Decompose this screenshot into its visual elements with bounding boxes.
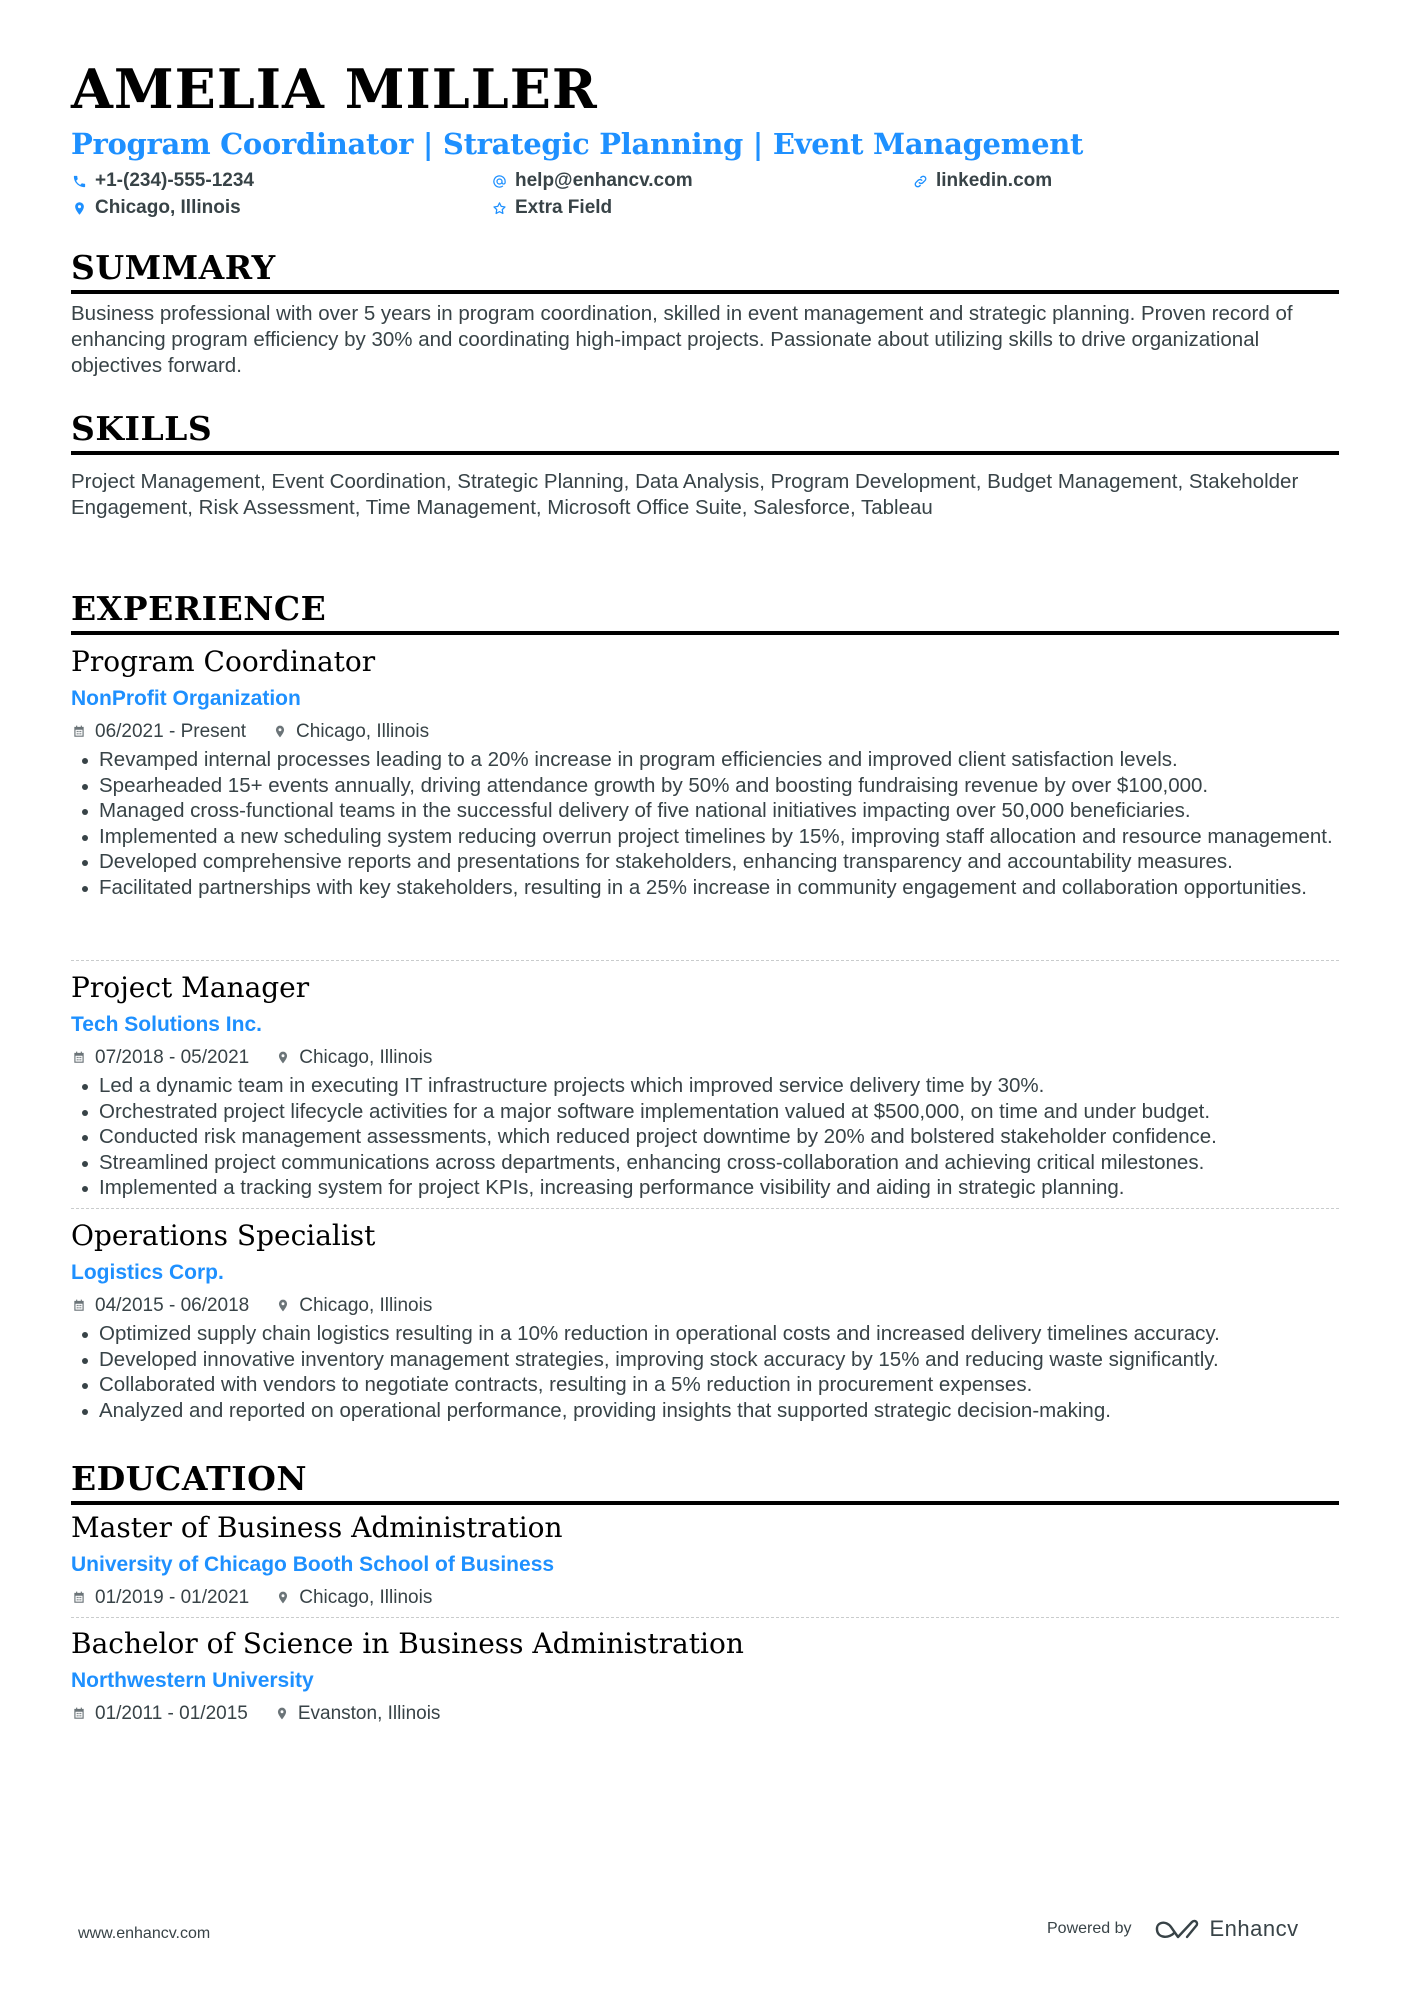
- link-icon: [912, 172, 928, 190]
- education-location: Evanston, Illinois: [297, 1703, 441, 1724]
- contact-location: Chicago, Illinois: [71, 197, 241, 219]
- map-pin-icon: [275, 1049, 291, 1067]
- contact-email: help@enhancv.com: [491, 170, 693, 192]
- map-pin-icon: [274, 1705, 290, 1723]
- enhancv-logo[interactable]: Enhancv: [1154, 1916, 1299, 1942]
- map-pin-icon: [71, 199, 87, 217]
- candidate-name: AMELIA MILLER: [71, 57, 598, 121]
- job-dates: 06/2021 - Present: [95, 721, 247, 742]
- phone-icon: [71, 172, 87, 190]
- job-bullets: Optimized supply chain logistics resulti…: [71, 1321, 1339, 1423]
- bullet-item: Developed innovative inventory managemen…: [71, 1347, 1339, 1373]
- phone-value[interactable]: +1-(234)-555-1234: [95, 170, 254, 192]
- education-dates: 01/2019 - 01/2021: [95, 1587, 250, 1608]
- entry-divider: [71, 1208, 1339, 1209]
- job-meta: 06/2021 - Present Chicago, Illinois: [71, 722, 429, 741]
- bullet-item: Conducted risk management assessments, w…: [71, 1124, 1339, 1150]
- entry-divider: [71, 1617, 1339, 1618]
- school-name: Northwestern University: [71, 1669, 314, 1692]
- bullet-item: Implemented a new scheduling system redu…: [71, 824, 1339, 850]
- bullet-item: Optimized supply chain logistics resulti…: [71, 1321, 1339, 1347]
- job-location: Chicago, Illinois: [299, 1047, 433, 1068]
- star-icon: [491, 199, 507, 217]
- candidate-headline: Program Coordinator | Strategic Planning…: [71, 127, 1084, 161]
- contact-phone: +1-(234)-555-1234: [71, 170, 254, 192]
- footer-branding: Powered by Enhancv: [1047, 1916, 1299, 1942]
- map-pin-icon: [275, 1297, 291, 1315]
- bullet-item: Led a dynamic team in executing IT infra…: [71, 1073, 1339, 1099]
- company-name: Logistics Corp.: [71, 1261, 224, 1284]
- education-location: Chicago, Illinois: [299, 1587, 433, 1608]
- bullet-item: Collaborated with vendors to negotiate c…: [71, 1372, 1339, 1398]
- map-pin-icon: [275, 1589, 291, 1607]
- calendar-icon: [71, 1049, 87, 1067]
- job-dates: 04/2015 - 06/2018: [95, 1295, 250, 1316]
- job-meta: 07/2018 - 05/2021 Chicago, Illinois: [71, 1048, 432, 1067]
- education-meta: 01/2011 - 01/2015 Evanston, Illinois: [71, 1704, 440, 1723]
- education-meta: 01/2019 - 01/2021 Chicago, Illinois: [71, 1588, 432, 1607]
- education-dates: 01/2011 - 01/2015: [95, 1703, 248, 1724]
- job-meta: 04/2015 - 06/2018 Chicago, Illinois: [71, 1296, 432, 1315]
- bullet-item: Revamped internal processes leading to a…: [71, 747, 1339, 773]
- job-location: Chicago, Illinois: [296, 721, 430, 742]
- linkedin-value[interactable]: linkedin.com: [936, 170, 1052, 192]
- job-bullets: Led a dynamic team in executing IT infra…: [71, 1073, 1339, 1201]
- at-icon: [491, 172, 507, 190]
- job-title: Project Manager: [71, 971, 310, 1004]
- entry-divider: [71, 960, 1339, 961]
- section-heading-experience: EXPERIENCE: [71, 592, 1339, 635]
- extra-field-value: Extra Field: [515, 197, 613, 218]
- section-heading-education: EDUCATION: [71, 1462, 1339, 1505]
- bullet-item: Facilitated partnerships with key stakeh…: [71, 875, 1339, 901]
- map-pin-icon: [272, 723, 288, 741]
- degree-title: Bachelor of Science in Business Administ…: [71, 1627, 744, 1660]
- job-location: Chicago, Illinois: [299, 1295, 433, 1316]
- location-value: Chicago, Illinois: [95, 197, 241, 218]
- summary-text: Business professional with over 5 years …: [71, 302, 1293, 377]
- job-title: Operations Specialist: [71, 1219, 376, 1252]
- job-dates: 07/2018 - 05/2021: [95, 1047, 250, 1068]
- calendar-icon: [71, 1589, 87, 1607]
- bullet-item: Streamlined project communications acros…: [71, 1150, 1339, 1176]
- job-bullets: Revamped internal processes leading to a…: [71, 747, 1339, 900]
- company-name: Tech Solutions Inc.: [71, 1013, 262, 1036]
- contact-extra: Extra Field: [491, 197, 612, 219]
- bullet-item: Spearheaded 15+ events annually, driving…: [71, 773, 1339, 799]
- bullet-item: Managed cross-functional teams in the su…: [71, 798, 1339, 824]
- section-heading-skills: SKILLS: [71, 412, 1339, 455]
- brand-name: Enhancv: [1209, 1916, 1299, 1941]
- bullet-item: Analyzed and reported on operational per…: [71, 1398, 1339, 1424]
- bullet-item: Developed comprehensive reports and pres…: [71, 849, 1339, 875]
- company-name: NonProfit Organization: [71, 687, 301, 710]
- enhancv-logo-icon: [1155, 1919, 1198, 1939]
- degree-title: Master of Business Administration: [71, 1511, 563, 1544]
- skills-text: Project Management, Event Coordination, …: [71, 470, 1299, 519]
- calendar-icon: [71, 1297, 87, 1315]
- section-heading-summary: SUMMARY: [71, 251, 1339, 294]
- email-value[interactable]: help@enhancv.com: [515, 170, 693, 192]
- powered-by-label: Powered by: [1047, 1920, 1132, 1937]
- contact-linkedin: linkedin.com: [912, 170, 1052, 192]
- job-title: Program Coordinator: [71, 645, 376, 678]
- bullet-item: Orchestrated project lifecycle activitie…: [71, 1099, 1339, 1125]
- calendar-icon: [71, 1705, 87, 1723]
- bullet-item: Implemented a tracking system for projec…: [71, 1175, 1339, 1201]
- calendar-icon: [71, 723, 87, 741]
- footer-website-link[interactable]: www.enhancv.com: [78, 1925, 210, 1943]
- school-name: University of Chicago Booth School of Bu…: [71, 1553, 555, 1576]
